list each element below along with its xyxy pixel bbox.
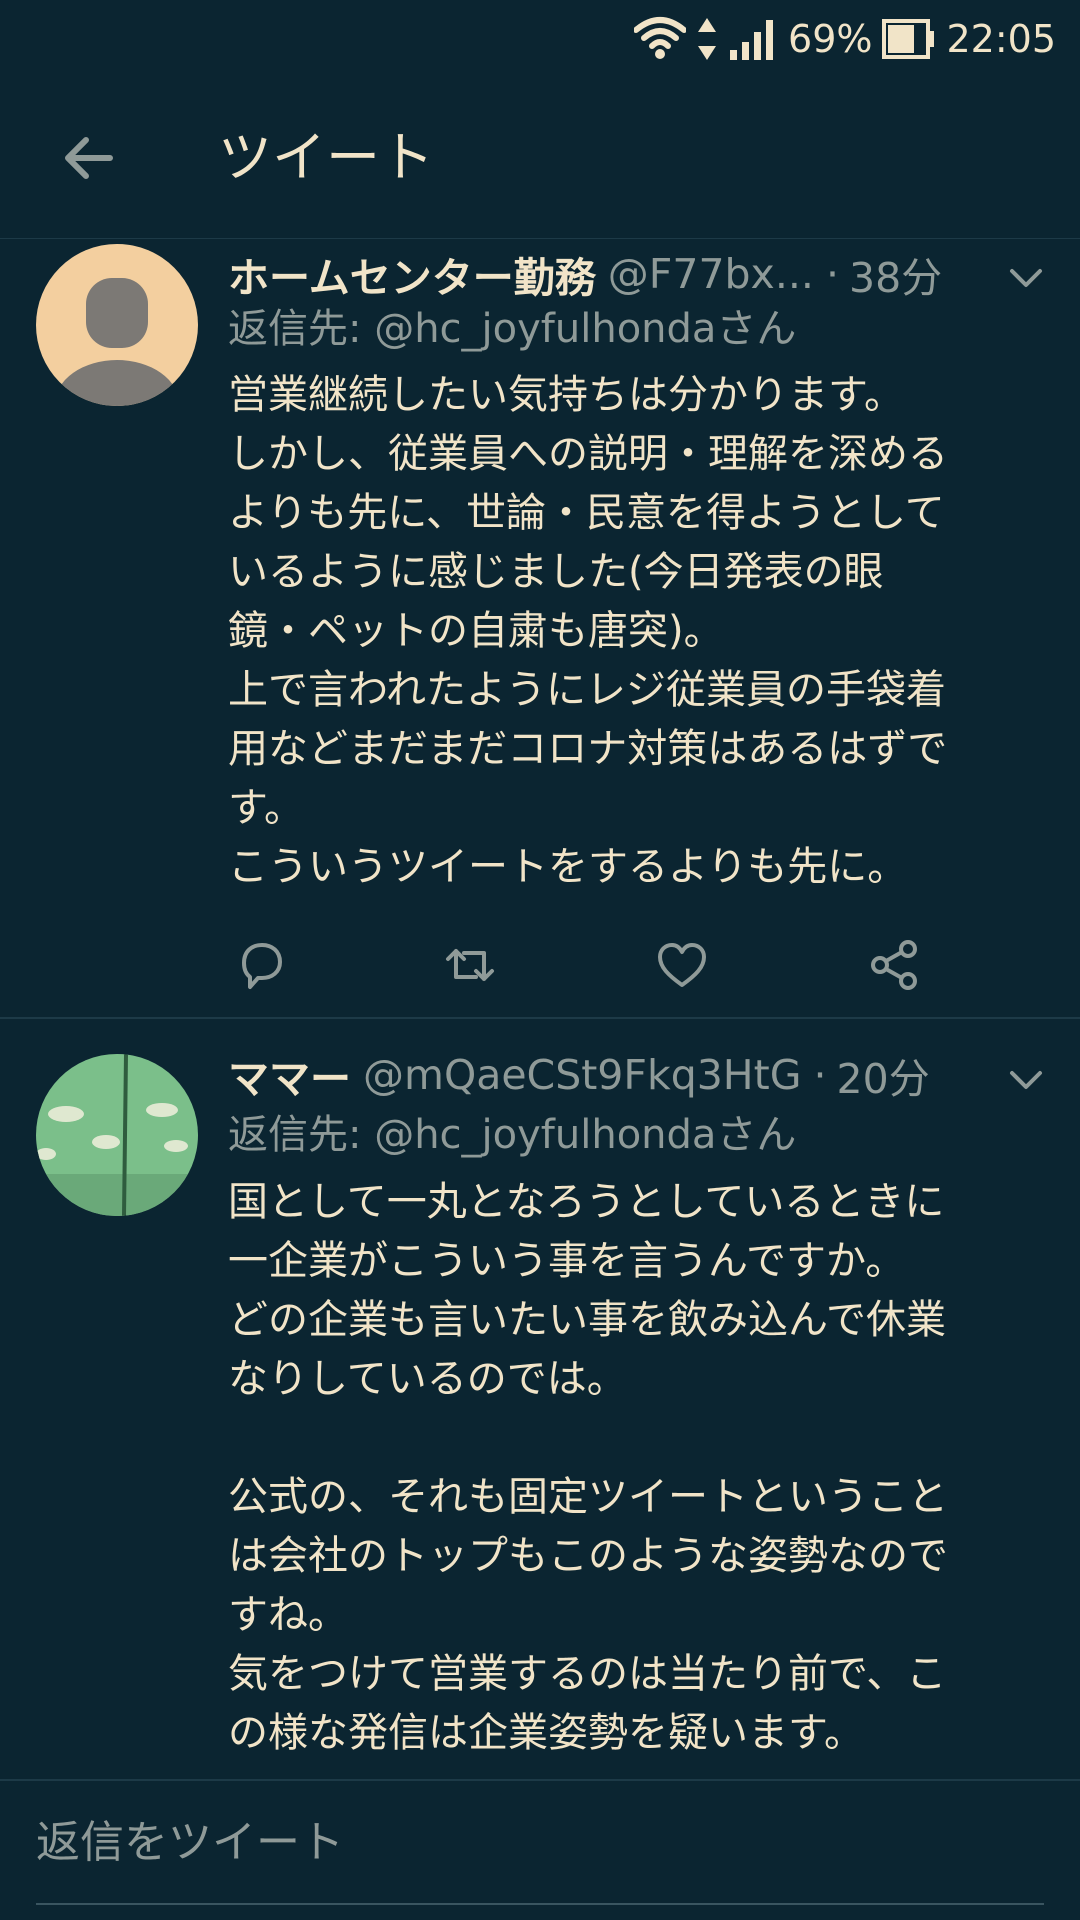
tweet-text-line: よりも先に、世論・民意を得ようとして — [228, 490, 945, 536]
tweet-text-line: しかし、従業員への説明・理解を深める — [228, 431, 948, 477]
tweet-text: 国として一丸となろうとしているときに 一企業がこういう事を言うんですか。 どの企… — [228, 1173, 1048, 1763]
tweet-text-line: 上で言われたようにレジ従業員の手袋着 — [228, 667, 946, 713]
status-indicators: 69% 22:05 — [634, 10, 1056, 68]
tweet-text: 営業継続したい気持ちは分かります。 しかし、従業員への説明・理解を深める よりも… — [228, 366, 1048, 897]
display-name[interactable]: ママー — [228, 1045, 351, 1105]
timestamp: 20分 — [836, 1055, 930, 1103]
clock: 22:05 — [946, 17, 1056, 61]
tweet-text-line: なりしているのでは。 — [228, 1356, 627, 1402]
tweet-text-line: 公式の、それも固定ツイートということ — [228, 1474, 948, 1520]
tweet-text-line — [228, 1409, 1048, 1468]
green-cloud-avatar — [36, 1054, 198, 1216]
timestamp: 38分 — [848, 254, 943, 302]
avatar[interactable] — [36, 244, 198, 406]
tweet-text-line: いるように感じました(今日発表の眼 — [228, 549, 884, 595]
separator-dot: · — [825, 250, 839, 298]
wifi-icon — [634, 16, 687, 62]
reply-to-handle[interactable]: @hc_joyfulhondaさん — [374, 306, 796, 352]
battery-icon — [882, 17, 936, 61]
reply-to-handle[interactable]: @hc_joyfulhondaさん — [374, 1112, 796, 1158]
tweet-text-line: 気をつけて営業するのは当たり前で、こ — [228, 1651, 947, 1697]
share-icon[interactable] — [866, 937, 922, 993]
back-button[interactable] — [48, 118, 128, 198]
page-title: ツイート — [218, 126, 434, 189]
chevron-down-icon[interactable] — [1006, 257, 1046, 297]
tweet-text-line: 用などまだまだコロナ対策はあるはずで — [228, 726, 948, 772]
retweet-icon[interactable] — [442, 937, 498, 993]
reply-to-label: 返信先: — [228, 1112, 375, 1158]
tweet-text-line: こういうツイートをするよりも先に。 — [228, 844, 908, 890]
tweet-header: ママー @mQaeCSt9Fkq3HtG · 20分 — [228, 1045, 1056, 1105]
user-handle[interactable]: @mQaeCSt9Fkq3HtG — [363, 1051, 802, 1099]
input-underline — [36, 1903, 1044, 1905]
tweet-text-line: の様な発信は企業姿勢を疑います。 — [228, 1710, 864, 1756]
back-arrow-icon — [65, 137, 113, 179]
reply-to-line: 返信先: @hc_joyfulhondaさん — [228, 301, 796, 357]
tweet-header: ホームセンター勤務 @F77bx... · 38分 — [228, 244, 1056, 304]
tweet-text-line: 一企業がこういう事を言うんですか。 — [228, 1238, 906, 1284]
reply-tweet[interactable]: ママー @mQaeCSt9Fkq3HtG · 20分 返信先: @hc_joyf… — [0, 1019, 1080, 1781]
reply-to-line: 返信先: @hc_joyfulhondaさん — [228, 1107, 796, 1163]
reply-tweet[interactable]: ホームセンター勤務 @F77bx... · 38分 返信先: @hc_joyfu… — [0, 239, 1080, 1019]
tweet-text-line: 営業継続したい気持ちは分かります。 — [228, 372, 904, 418]
tweet-text-line: すね。 — [228, 1592, 348, 1638]
tweet-text-line: 鏡・ペットの自粛も唐突)。 — [228, 608, 724, 654]
app-bar: ツイート — [0, 78, 1080, 239]
tweet-text-line: は会社のトップもこのような姿勢なので — [228, 1533, 948, 1579]
tweet-text-line: す。 — [228, 785, 304, 831]
chevron-down-icon[interactable] — [1006, 1059, 1046, 1099]
status-bar: 69% 22:05 — [0, 0, 1080, 78]
default-profile-icon — [36, 244, 198, 406]
tweet-text-line: 国として一丸となろうとしているときに — [228, 1179, 945, 1225]
reply-input[interactable]: 返信をツイート — [36, 1813, 344, 1873]
user-handle[interactable]: @F77bx... — [608, 250, 814, 298]
reply-icon[interactable] — [232, 937, 288, 993]
battery-percent: 69% — [788, 17, 873, 61]
display-name[interactable]: ホームセンター勤務 — [228, 244, 596, 304]
avatar[interactable] — [36, 1054, 198, 1216]
reply-compose-bar: 返信をツイート — [0, 1781, 1080, 1920]
signal-icon — [728, 16, 778, 62]
tweet-actions — [228, 929, 1048, 999]
like-heart-icon[interactable] — [654, 937, 710, 993]
separator-dot: · — [813, 1051, 827, 1099]
tweet-text-line: どの企業も言いたい事を飲み込んで休業 — [228, 1297, 946, 1343]
data-transfer-icon — [696, 16, 718, 62]
reply-to-label: 返信先: — [228, 306, 375, 352]
